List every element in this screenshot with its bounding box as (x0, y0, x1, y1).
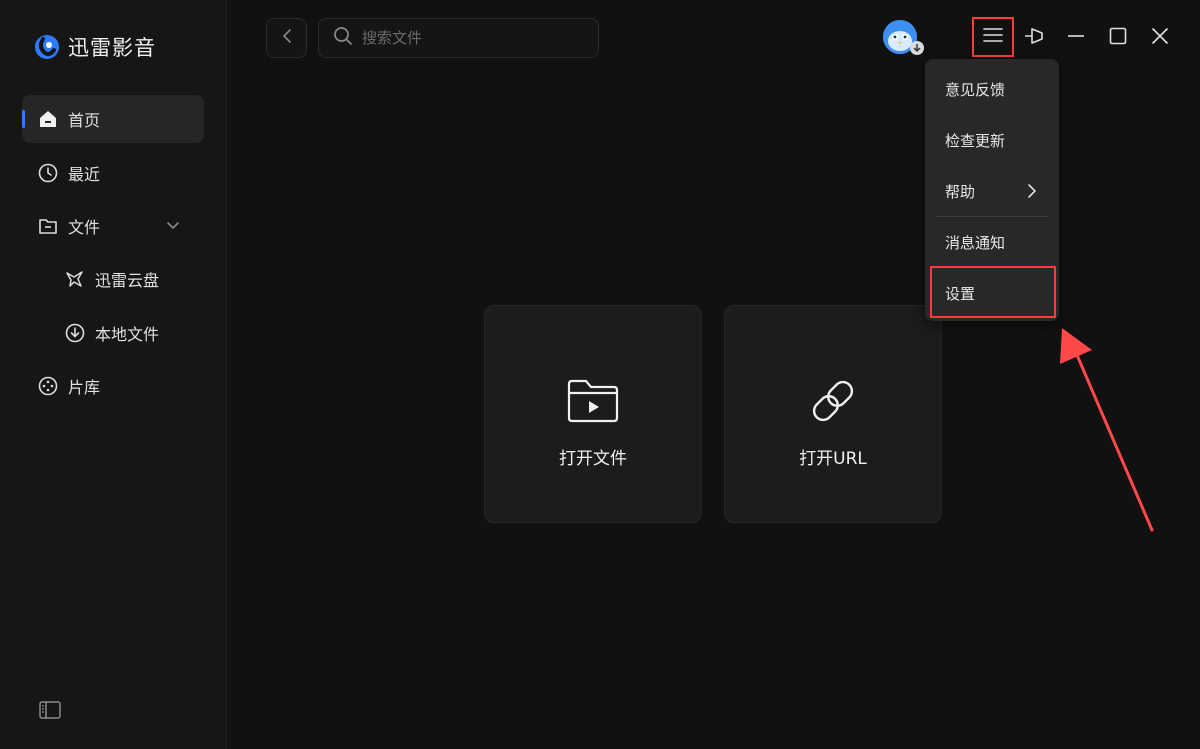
search-input[interactable] (362, 29, 582, 47)
search-box[interactable] (318, 18, 599, 58)
back-button[interactable] (266, 18, 307, 58)
menu-item-label: 帮助 (945, 182, 976, 201)
menu-item-label: 意见反馈 (945, 80, 1006, 99)
sidebar-item-label: 文件 (68, 218, 101, 237)
pin-icon (1022, 25, 1046, 51)
chevron-left-icon (280, 28, 294, 48)
sidebar-item-label: 片库 (68, 378, 101, 397)
pin-window-button[interactable] (1017, 20, 1051, 56)
maximize-icon (1108, 26, 1128, 50)
sidebar-item-local-files[interactable]: 本地文件 (22, 309, 204, 357)
active-indicator (22, 110, 25, 128)
menu-item-notifications[interactable]: 消息通知 (925, 222, 1059, 262)
sidebar-item-home[interactable]: 首页 (22, 95, 204, 143)
card-label: 打开URL (799, 449, 867, 469)
home-icon (37, 108, 59, 130)
sidebar-item-files[interactable]: 文件 (22, 202, 204, 250)
card-label: 打开文件 (559, 449, 627, 469)
menu-item-feedback[interactable]: 意见反馈 (925, 69, 1059, 109)
open-url-card[interactable]: 打开URL (724, 305, 942, 523)
search-icon (333, 26, 353, 50)
chevron-down-icon[interactable] (166, 217, 180, 236)
xunlei-logo-icon (34, 34, 60, 60)
avatar[interactable] (883, 20, 924, 55)
menu-item-label: 消息通知 (945, 233, 1006, 252)
sidebar-item-cloud-drive[interactable]: 迅雷云盘 (22, 255, 204, 303)
clock-icon (37, 162, 59, 184)
film-reel-icon (37, 375, 59, 397)
sidebar-item-recent[interactable]: 最近 (22, 149, 204, 197)
sidebar: 迅雷影音 首页 最近 文件 迅雷云盘 本地文件 片库 (0, 0, 227, 749)
sidebar-item-label: 迅雷云盘 (95, 271, 160, 290)
minimize-button[interactable] (1059, 20, 1093, 56)
sidebar-item-library[interactable]: 片库 (22, 362, 204, 410)
minimize-icon (1066, 26, 1086, 50)
sidebar-item-label: 首页 (68, 111, 101, 130)
hamburger-menu-icon (982, 26, 1004, 48)
main-menu-button[interactable] (972, 17, 1014, 57)
link-icon (806, 378, 860, 424)
close-icon (1150, 26, 1170, 50)
menu-item-help[interactable]: 帮助 (925, 171, 1059, 211)
chevron-right-icon (1027, 183, 1037, 203)
sidebar-item-label: 本地文件 (95, 325, 160, 344)
close-button[interactable] (1143, 20, 1177, 56)
download-circle-icon (64, 322, 86, 344)
annotation-arrow (1060, 328, 1154, 532)
menu-item-label: 检查更新 (945, 131, 1006, 150)
xunlei-bird-icon (64, 268, 86, 290)
sidebar-toggle-icon[interactable] (38, 700, 62, 720)
app-name: 迅雷影音 (68, 36, 156, 60)
settings-highlight-box (930, 266, 1056, 318)
folder-icon (37, 215, 59, 237)
sidebar-item-label: 最近 (68, 165, 101, 184)
app-logo: 迅雷影音 (34, 33, 156, 61)
maximize-button[interactable] (1101, 20, 1135, 56)
menu-item-check-update[interactable]: 检查更新 (925, 120, 1059, 160)
open-file-card[interactable]: 打开文件 (484, 305, 702, 523)
video-folder-icon (566, 378, 620, 424)
menu-divider (935, 216, 1049, 217)
